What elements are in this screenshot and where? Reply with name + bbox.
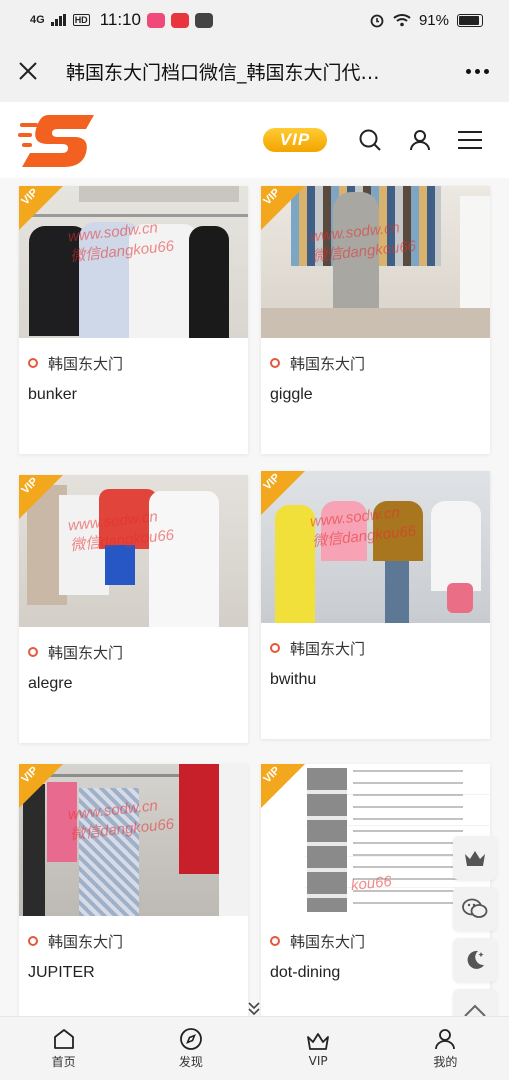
alarm-icon <box>370 14 384 28</box>
home-icon <box>53 1029 74 1049</box>
hd-indicator: HD <box>72 14 90 26</box>
shop-thumbnail[interactable]: www.sodw.cn 微信dangkou66 VIP <box>19 764 248 916</box>
shop-card[interactable]: www.sodw.cn 微信dangkou66 VIP 韩国东大门 giggle <box>261 186 490 454</box>
moon-icon <box>467 950 484 969</box>
nav-label: VIP <box>308 1053 328 1068</box>
clock: 11:10 <box>99 10 141 29</box>
location-label: 韩国东大门 <box>48 354 124 373</box>
shop-location: 韩国东大门 <box>19 340 248 386</box>
menu-button[interactable] <box>445 115 495 165</box>
notification-app-icon <box>170 12 189 28</box>
more-options-button[interactable] <box>445 40 509 102</box>
shop-name: JUPITER <box>28 964 95 981</box>
browser-title-bar: 韩国东大门档口微信_韩国东大门代… <box>0 40 509 102</box>
wechat-button[interactable] <box>453 887 497 931</box>
shop-thumbnail[interactable]: www.sodw.cn 微信dangkou66 VIP <box>261 471 490 623</box>
bottom-navigation: 首页 发现 VIP 我的 <box>0 1016 509 1080</box>
site-header: VIP <box>0 102 509 178</box>
shop-grid: www.sodw.cn 微信dangkou66 VIP 韩国东大门 bunker … <box>0 178 509 1016</box>
signal-bars-icon <box>50 14 66 26</box>
more-dot <box>483 68 489 74</box>
shop-name: bunker <box>28 386 77 403</box>
hamburger-icon <box>458 131 482 149</box>
shop-name: bwithu <box>270 671 317 688</box>
shop-location: 韩国东大门 <box>261 625 490 671</box>
status-right: 91% <box>369 12 483 29</box>
shop-location: 韩国东大门 <box>19 629 248 675</box>
photo-strip <box>307 768 347 912</box>
location-label: 韩国东大门 <box>290 932 366 951</box>
site-logo[interactable] <box>18 109 98 171</box>
nav-label: 首页 <box>51 1055 76 1069</box>
watermark: kou66 <box>350 872 393 895</box>
user-icon <box>435 1029 456 1050</box>
search-button[interactable] <box>345 115 395 165</box>
vip-float-button[interactable] <box>453 836 497 880</box>
bag <box>447 583 473 613</box>
dark-mode-button[interactable] <box>453 938 497 982</box>
nav-mine[interactable]: 我的 <box>382 1017 509 1080</box>
shop-card[interactable]: www.sodw.cn 微信dangkou66 VIP 韩国东大门 bunker <box>19 186 248 454</box>
wifi-icon <box>393 14 411 27</box>
location-dot-icon <box>270 358 280 368</box>
wechat-icon <box>462 898 488 918</box>
vip-button[interactable]: VIP <box>263 128 327 152</box>
notification-app-icon <box>194 12 213 28</box>
sign-board <box>79 186 239 202</box>
location-label: 韩国东大门 <box>290 639 366 658</box>
nav-label: 发现 <box>178 1055 203 1069</box>
crown-icon <box>307 1032 330 1050</box>
location-label: 韩国东大门 <box>48 643 124 662</box>
shop-card[interactable]: www.sodw.cn 微信dangkou66 VIP 韩国东大门 JUPITER <box>19 764 248 1016</box>
location-dot-icon <box>28 936 38 946</box>
shop-name: alegre <box>28 675 73 692</box>
more-dot <box>474 68 480 74</box>
floating-toolbar <box>453 836 497 1033</box>
shop-card[interactable]: www.sodw.cn 微信dangkou66 VIP 韩国东大门 alegre <box>19 475 248 743</box>
status-left: 4G HD 11:10 <box>30 10 213 30</box>
shop-location: 韩国东大门 <box>261 340 490 386</box>
shop-location: 韩国东大门 <box>19 918 248 964</box>
nav-home[interactable]: 首页 <box>0 1017 127 1080</box>
battery-percent: 91% <box>418 11 449 29</box>
shop-thumbnail[interactable]: www.sodw.cn 微信dangkou66 VIP <box>19 186 248 338</box>
shop-thumbnail[interactable]: www.sodw.cn 微信dangkou66 VIP <box>261 186 490 338</box>
mannequin-dress <box>431 501 481 591</box>
battery-icon <box>457 13 483 27</box>
crown-icon <box>465 851 485 866</box>
garment <box>189 226 229 338</box>
floor <box>261 308 490 338</box>
close-button[interactable] <box>0 40 56 102</box>
more-dot <box>465 68 471 74</box>
status-bar: 4G HD 11:10 91% <box>0 0 509 40</box>
search-icon <box>359 129 381 151</box>
close-icon <box>19 62 37 80</box>
garment <box>179 764 219 874</box>
garment <box>219 764 248 916</box>
nav-discover[interactable]: 发现 <box>127 1017 254 1080</box>
logo-mark <box>18 115 94 167</box>
compass-icon <box>179 1028 202 1050</box>
nav-label: 我的 <box>433 1055 458 1069</box>
header-actions: VIP <box>263 115 495 165</box>
shop-thumbnail[interactable]: www.sodw.cn 微信dangkou66 VIP <box>19 475 248 627</box>
location-dot-icon <box>28 358 38 368</box>
user-icon <box>410 130 430 151</box>
mannequin-dress <box>275 505 315 623</box>
shop-name: giggle <box>270 386 313 403</box>
notification-app-icon <box>146 12 165 28</box>
signal-indicator: 4G <box>30 14 45 26</box>
page-title: 韩国东大门档口微信_韩国东大门代… <box>66 61 380 84</box>
location-label: 韩国东大门 <box>48 932 124 951</box>
account-button[interactable] <box>395 115 445 165</box>
location-dot-icon <box>28 647 38 657</box>
location-dot-icon <box>270 936 280 946</box>
location-dot-icon <box>270 643 280 653</box>
mannequin-legs <box>385 561 409 623</box>
nav-vip[interactable]: VIP <box>255 1017 382 1080</box>
location-label: 韩国东大门 <box>290 354 366 373</box>
shop-card[interactable]: www.sodw.cn 微信dangkou66 VIP 韩国东大门 bwithu <box>261 471 490 739</box>
